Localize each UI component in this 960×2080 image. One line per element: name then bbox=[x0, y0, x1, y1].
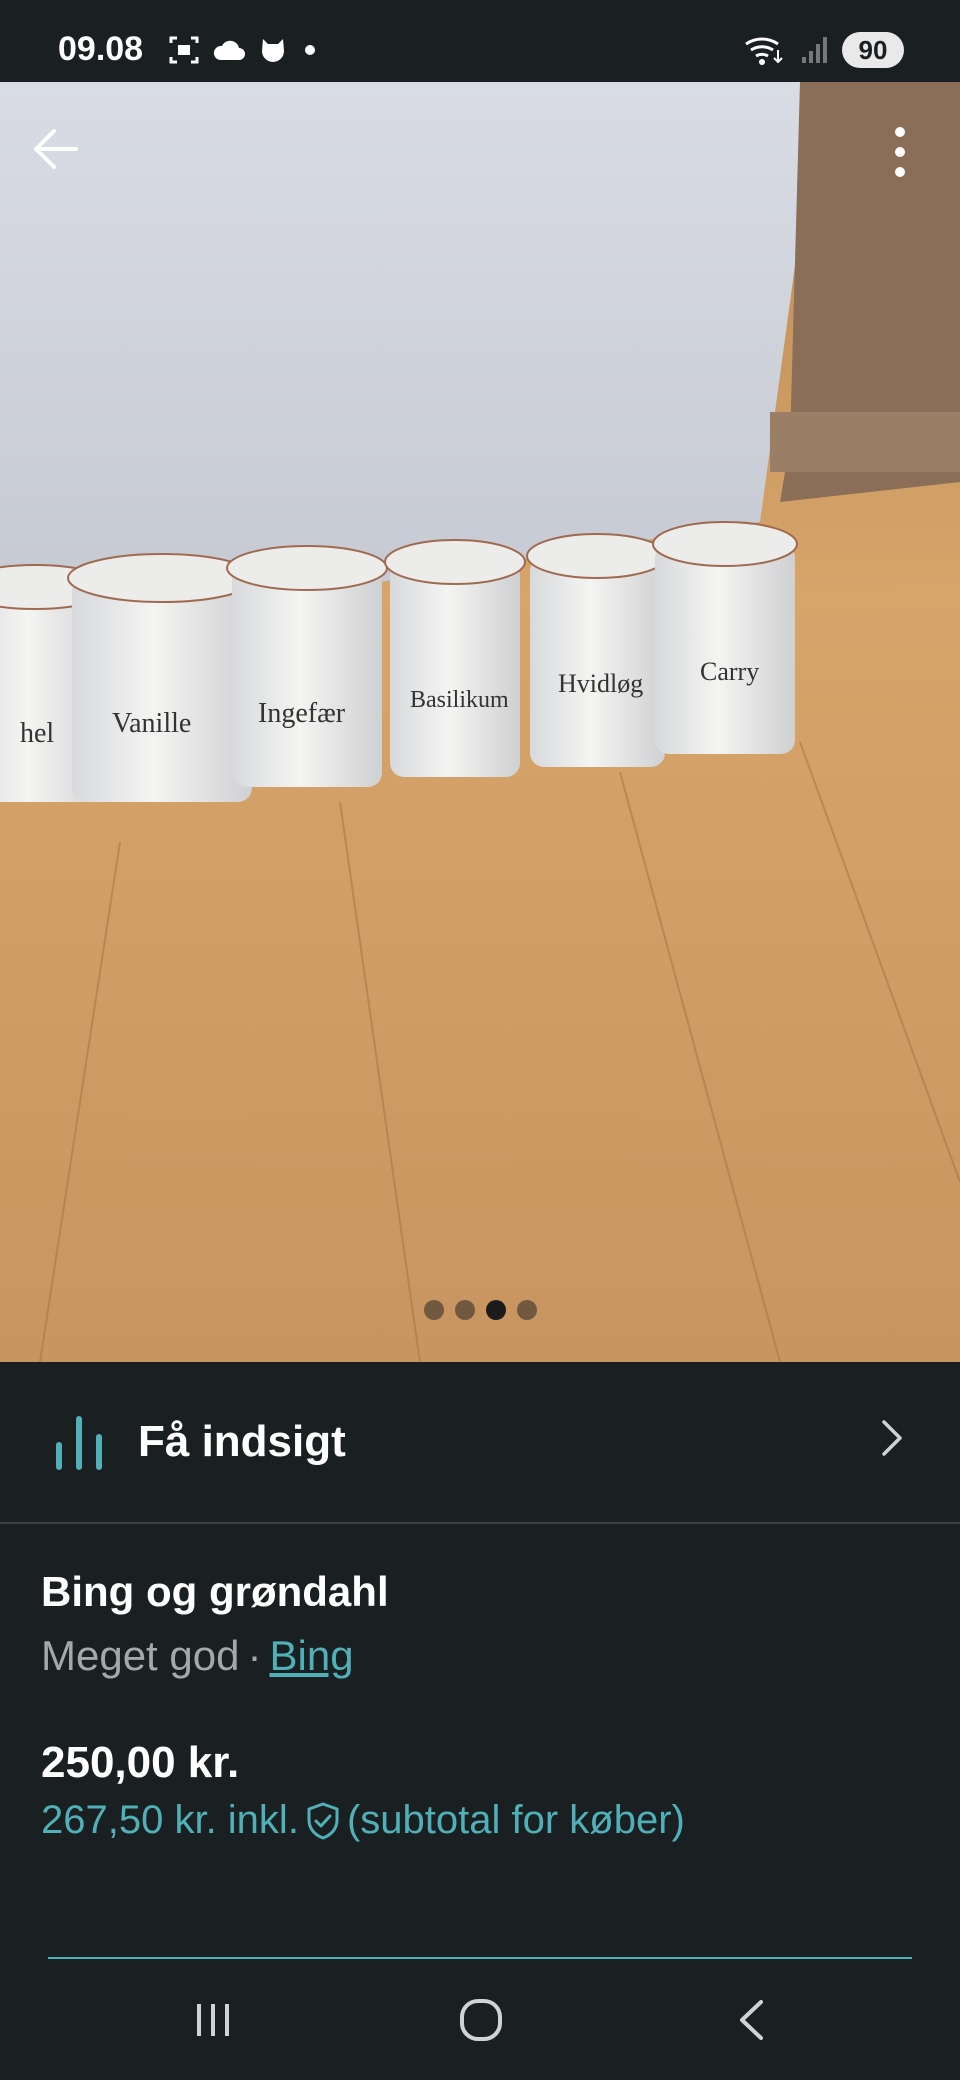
price-incl-amount: 267,50 kr. inkl. bbox=[41, 1798, 299, 1842]
insight-label: Få indsigt bbox=[138, 1417, 346, 1466]
pagination-dot[interactable] bbox=[423, 1300, 444, 1320]
recent-apps-icon bbox=[197, 2004, 229, 2036]
bottom-divider bbox=[48, 1957, 912, 1959]
shield-check-icon bbox=[307, 1802, 339, 1839]
system-nav-bar bbox=[0, 1960, 960, 2080]
chevron-right-icon bbox=[882, 1420, 902, 1456]
recent-apps-button[interactable] bbox=[178, 1990, 248, 2050]
jar-label: Vanille bbox=[112, 708, 191, 739]
home-icon bbox=[460, 1999, 502, 2041]
system-back-button[interactable] bbox=[716, 1990, 786, 2050]
screenshot-icon bbox=[169, 36, 199, 64]
app-notification-icon bbox=[262, 39, 284, 62]
photo-illustration: hel Vanille Ingefær Basilikum Hvidløg Ca… bbox=[0, 82, 960, 1362]
status-icons-left bbox=[168, 30, 320, 70]
cloud-icon bbox=[213, 40, 245, 60]
more-vertical-icon bbox=[895, 127, 905, 177]
status-bar: 09.08 90 bbox=[0, 0, 960, 82]
price-incl-buyer-protection[interactable]: 267,50 kr. inkl. (subtotal for køber) bbox=[41, 1798, 685, 1843]
dot-icon bbox=[305, 45, 315, 55]
battery-indicator: 90 bbox=[842, 32, 904, 68]
arrow-left-icon bbox=[34, 129, 78, 169]
item-condition: Meget god bbox=[41, 1632, 240, 1679]
back-button[interactable] bbox=[26, 120, 84, 178]
price-incl-suffix: (subtotal for køber) bbox=[346, 1798, 685, 1842]
item-price: 250,00 kr. bbox=[41, 1738, 240, 1787]
jar-label: hel bbox=[20, 718, 54, 749]
jar-label: Hvidløg bbox=[558, 669, 643, 698]
item-meta: Meget god · Bing bbox=[41, 1632, 354, 1680]
pagination-dot[interactable] bbox=[454, 1300, 475, 1320]
pagination-dot[interactable] bbox=[516, 1300, 537, 1320]
chevron-left-icon bbox=[740, 2000, 763, 2040]
signal-icon bbox=[802, 37, 827, 63]
bar-chart-icon bbox=[56, 1416, 102, 1470]
more-options-button[interactable] bbox=[880, 120, 920, 184]
status-icons-right: 90 bbox=[744, 30, 904, 70]
meta-separator: · bbox=[247, 1632, 262, 1679]
product-photo[interactable]: hel Vanille Ingefær Basilikum Hvidløg Ca… bbox=[0, 82, 960, 1362]
brand-link[interactable]: Bing bbox=[269, 1632, 353, 1679]
jar-label: Carry bbox=[700, 657, 759, 686]
insight-row[interactable]: Få indsigt bbox=[0, 1362, 960, 1524]
jar-label: Ingefær bbox=[258, 698, 346, 729]
item-title: Bing og grøndahl bbox=[41, 1568, 389, 1615]
pagination-dot[interactable] bbox=[485, 1300, 506, 1320]
wifi-icon bbox=[745, 37, 783, 65]
status-time: 09.08 bbox=[58, 30, 144, 68]
image-pagination[interactable] bbox=[0, 1300, 960, 1320]
jar-label: Basilikum bbox=[410, 687, 509, 713]
home-button[interactable] bbox=[446, 1990, 516, 2050]
